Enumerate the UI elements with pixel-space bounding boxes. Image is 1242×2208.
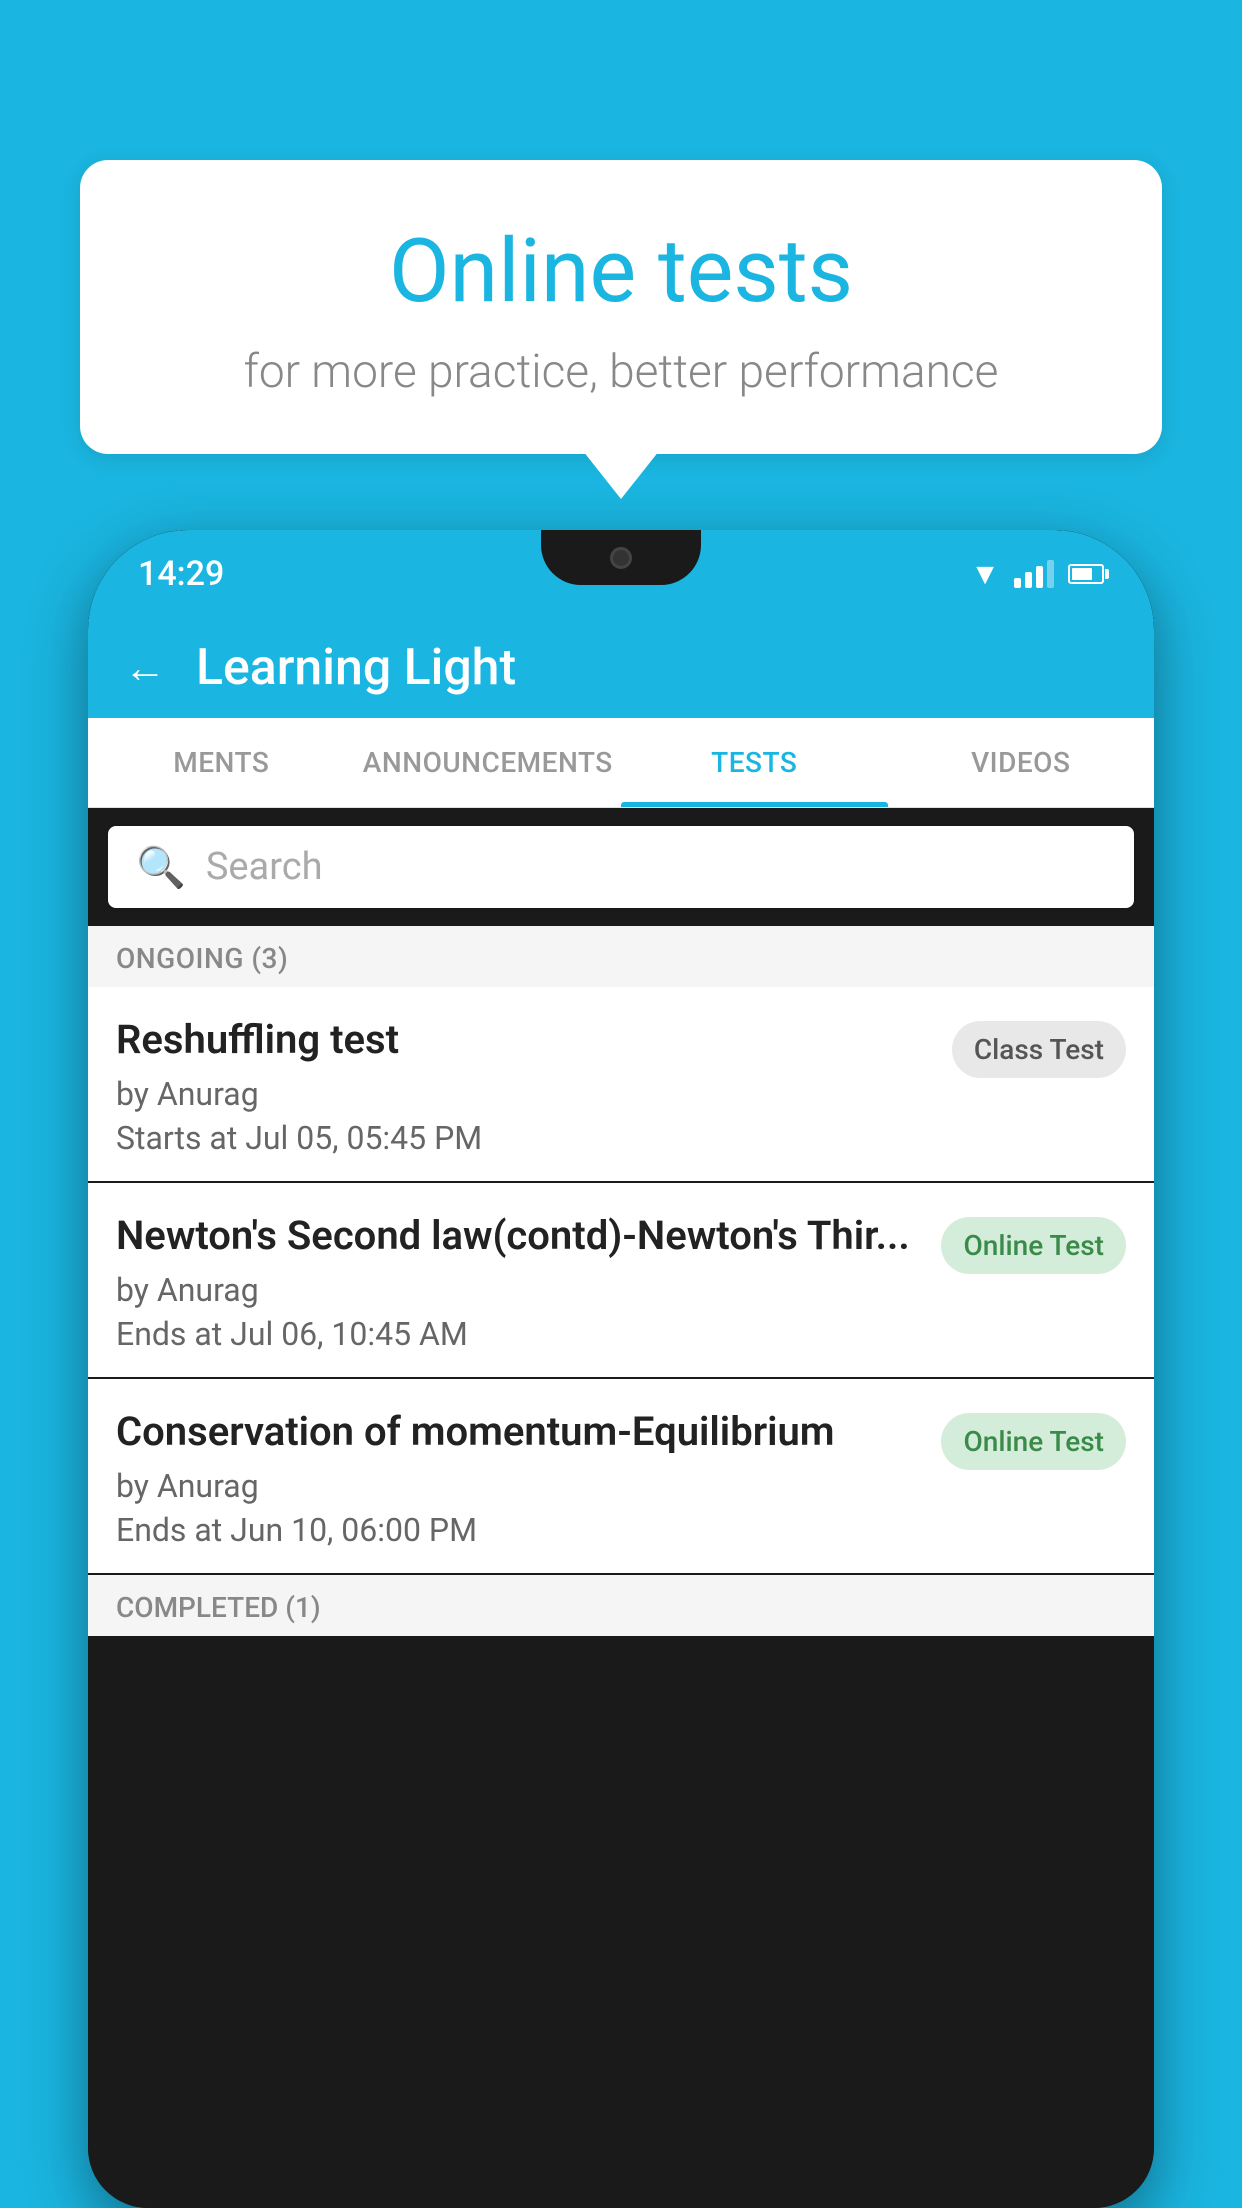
test-time-1: Starts at Jul 05, 05:45 PM (116, 1119, 932, 1157)
completed-section-header: COMPLETED (1) (88, 1575, 1154, 1636)
back-button[interactable]: ← (124, 644, 166, 693)
status-bar: 14:29 ▼ (88, 530, 1154, 618)
wifi-icon: ▼ (970, 557, 1000, 592)
tab-bar: MENTS ANNOUNCEMENTS TESTS VIDEOS (88, 718, 1154, 808)
phone-frame: 14:29 ▼ ← Learning Light (88, 530, 1154, 2208)
test-card-left-2: Newton's Second law(contd)-Newton's Thir… (116, 1211, 941, 1353)
tab-announcements[interactable]: ANNOUNCEMENTS (355, 718, 622, 807)
test-author-3: by Anurag (116, 1467, 921, 1505)
app-title: Learning Light (196, 639, 516, 697)
signal-icon (1014, 560, 1054, 588)
screen-content: 🔍 Search ONGOING (3) Reshuffling test by… (88, 808, 1154, 2208)
test-author-1: by Anurag (116, 1075, 932, 1113)
test-card-reshuffling[interactable]: Reshuffling test by Anurag Starts at Jul… (88, 987, 1154, 1181)
test-title-2: Newton's Second law(contd)-Newton's Thir… (116, 1211, 921, 1261)
test-title-3: Conservation of momentum-Equilibrium (116, 1407, 921, 1457)
search-placeholder: Search (206, 845, 323, 889)
test-card-newtons[interactable]: Newton's Second law(contd)-Newton's Thir… (88, 1183, 1154, 1377)
badge-online-test-2: Online Test (941, 1217, 1126, 1274)
phone-icons: ▼ (970, 557, 1104, 592)
test-card-left-3: Conservation of momentum-Equilibrium by … (116, 1407, 941, 1549)
search-icon: 🔍 (136, 844, 186, 891)
badge-class-test-1: Class Test (952, 1021, 1126, 1078)
search-bar[interactable]: 🔍 Search (108, 826, 1134, 908)
phone-time: 14:29 (138, 554, 224, 594)
test-title-1: Reshuffling test (116, 1015, 932, 1065)
tab-ments[interactable]: MENTS (88, 718, 355, 807)
test-card-left-1: Reshuffling test by Anurag Starts at Jul… (116, 1015, 952, 1157)
phone-notch (541, 530, 701, 585)
test-author-2: by Anurag (116, 1271, 921, 1309)
tab-tests[interactable]: TESTS (621, 718, 888, 807)
camera (610, 547, 632, 569)
ongoing-section-header: ONGOING (3) (88, 926, 1154, 987)
battery-icon (1068, 564, 1104, 584)
speech-bubble: Online tests for more practice, better p… (80, 160, 1162, 454)
app-header: ← Learning Light (88, 618, 1154, 718)
test-time-2: Ends at Jul 06, 10:45 AM (116, 1315, 921, 1353)
bubble-subtitle: for more practice, better performance (150, 345, 1092, 399)
badge-online-test-3: Online Test (941, 1413, 1126, 1470)
tab-videos[interactable]: VIDEOS (888, 718, 1155, 807)
test-time-3: Ends at Jun 10, 06:00 PM (116, 1511, 921, 1549)
bubble-title: Online tests (150, 220, 1092, 323)
test-card-conservation[interactable]: Conservation of momentum-Equilibrium by … (88, 1379, 1154, 1573)
